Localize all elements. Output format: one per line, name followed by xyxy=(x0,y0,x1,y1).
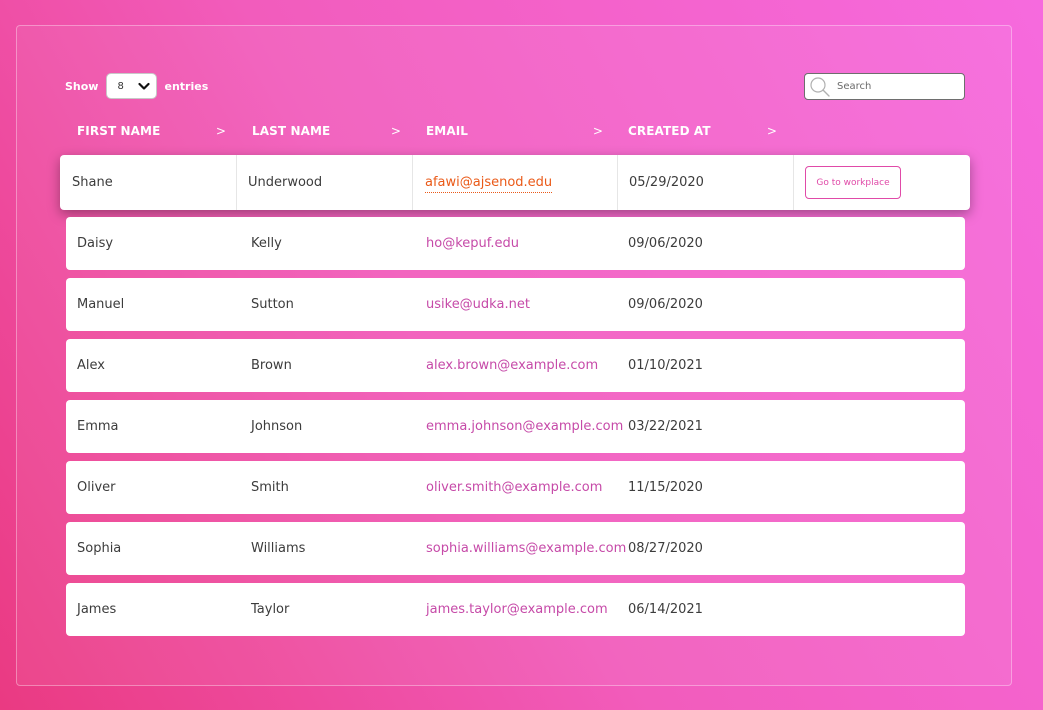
created-at-cell: 06/14/2021 xyxy=(628,602,703,617)
sort-arrow-icon: > xyxy=(592,124,603,138)
table-row[interactable]: Oliver Smith oliver.smith@example.com 11… xyxy=(66,461,965,514)
first-name-cell: Alex xyxy=(77,358,105,373)
email-link[interactable]: emma.johnson@example.com xyxy=(426,400,623,453)
search-icon xyxy=(810,76,830,97)
last-name-cell: Sutton xyxy=(251,297,294,312)
table-row[interactable]: Emma Johnson emma.johnson@example.com 03… xyxy=(66,400,965,453)
first-name-cell: Emma xyxy=(77,419,119,434)
page-size-value: 8 xyxy=(117,80,124,92)
column-label: LAST NAME xyxy=(252,124,331,138)
email-link[interactable]: alex.brown@example.com xyxy=(426,339,598,392)
first-name-cell: Daisy xyxy=(77,236,114,251)
email-link[interactable]: sophia.williams@example.com xyxy=(426,522,626,575)
email-link[interactable]: usike@udka.net xyxy=(426,278,530,331)
first-name-cell: Manuel xyxy=(77,297,125,312)
column-label: EMAIL xyxy=(426,124,469,138)
first-name-cell: Sophia xyxy=(77,541,122,556)
email-link[interactable]: james.taylor@example.com xyxy=(426,583,608,636)
search-box xyxy=(804,73,965,100)
table-row[interactable]: Sophia Williams sophia.williams@example.… xyxy=(66,522,965,575)
created-at-cell: 09/06/2020 xyxy=(628,236,703,251)
search-input[interactable] xyxy=(835,80,959,93)
column-label: FIRST NAME xyxy=(77,124,161,138)
created-at-cell: 03/22/2021 xyxy=(628,419,703,434)
email-link[interactable]: ho@kepuf.edu xyxy=(426,217,519,270)
page-size-control: Show 8 entries xyxy=(65,73,208,99)
show-label: Show xyxy=(65,79,99,93)
last-name-cell: Underwood xyxy=(248,175,323,190)
column-header-first-name[interactable]: FIRST NAME > xyxy=(77,124,226,138)
created-at-cell: 05/29/2020 xyxy=(629,175,704,190)
created-at-cell: 11/15/2020 xyxy=(628,480,703,495)
column-header-email[interactable]: EMAIL > xyxy=(426,124,603,138)
column-label: CREATED AT xyxy=(628,124,711,138)
created-at-cell: 01/10/2021 xyxy=(628,358,703,373)
last-name-cell: Taylor xyxy=(251,602,290,617)
go-to-workplace-button[interactable]: Go to workplace xyxy=(805,166,901,199)
last-name-cell: Smith xyxy=(251,480,289,495)
sort-arrow-icon: > xyxy=(390,124,401,138)
created-at-cell: 08/27/2020 xyxy=(628,541,703,556)
sort-arrow-icon: > xyxy=(766,124,777,138)
last-name-cell: Brown xyxy=(251,358,292,373)
email-link[interactable]: oliver.smith@example.com xyxy=(426,461,602,514)
column-divider xyxy=(617,155,618,210)
last-name-cell: Johnson xyxy=(251,419,303,434)
column-divider xyxy=(412,155,413,210)
last-name-cell: Williams xyxy=(251,541,306,556)
table-row[interactable]: James Taylor james.taylor@example.com 06… xyxy=(66,583,965,636)
entries-label: entries xyxy=(164,79,209,93)
table-row[interactable]: Daisy Kelly ho@kepuf.edu 09/06/2020 xyxy=(66,217,965,270)
created-at-cell: 09/06/2020 xyxy=(628,297,703,312)
email-cell: afawi@ajsenod.edu xyxy=(425,155,553,210)
column-header-last-name[interactable]: LAST NAME > xyxy=(252,124,401,138)
first-name-cell: James xyxy=(77,602,117,617)
page-size-select[interactable]: 8 xyxy=(106,73,158,99)
table-panel: Show 8 entries FIRST NAME > LAST NAME > … xyxy=(16,25,1012,686)
column-divider xyxy=(793,155,794,210)
first-name-cell: Shane xyxy=(72,175,113,190)
table-row[interactable]: Alex Brown alex.brown@example.com 01/10/… xyxy=(66,339,965,392)
column-header-created-at[interactable]: CREATED AT > xyxy=(628,124,777,138)
last-name-cell: Kelly xyxy=(251,236,282,251)
table-row[interactable]: Manuel Sutton usike@udka.net 09/06/2020 xyxy=(66,278,965,331)
sort-arrow-icon: > xyxy=(215,124,226,138)
email-link[interactable]: afawi@ajsenod.edu xyxy=(425,175,553,193)
column-divider xyxy=(236,155,237,210)
table-row[interactable]: Shane Underwood afawi@ajsenod.edu 05/29/… xyxy=(60,155,970,210)
first-name-cell: Oliver xyxy=(77,480,116,495)
chevron-down-icon xyxy=(138,82,151,90)
